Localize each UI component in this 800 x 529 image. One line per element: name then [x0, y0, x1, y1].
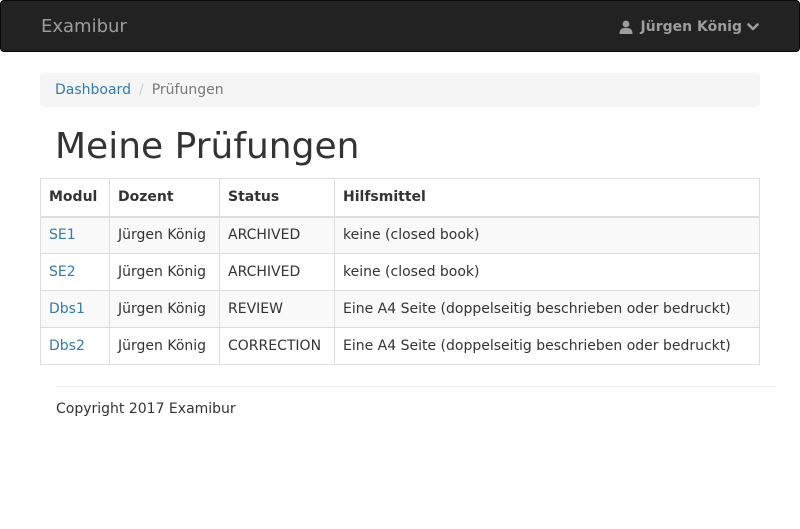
user-icon	[619, 20, 633, 34]
status-cell: ARCHIVED	[219, 216, 335, 254]
hilfsmittel-cell: Eine A4 Seite (doppelseitig beschrieben …	[334, 290, 760, 328]
top-navbar: Examibur Jürgen König	[0, 0, 800, 52]
hilfsmittel-cell: keine (closed book)	[334, 216, 760, 254]
modul-link[interactable]: Dbs2	[49, 338, 85, 354]
dozent-cell: Jürgen König	[109, 327, 220, 365]
modul-cell: Dbs2	[40, 327, 110, 365]
user-menu-dropdown[interactable]: Jürgen König	[619, 17, 759, 37]
footer-divider	[56, 386, 776, 387]
header-modul: Modul	[40, 178, 110, 218]
dozent-cell: Jürgen König	[109, 216, 220, 254]
chevron-down-icon	[747, 22, 759, 32]
exams-table: Modul Dozent Status Hilfsmittel SE1 Jürg…	[40, 178, 760, 365]
modul-cell: Dbs1	[40, 290, 110, 328]
modul-link[interactable]: SE2	[49, 264, 76, 280]
breadcrumb-current: Prüfungen	[151, 82, 224, 98]
page-title: Meine Prüfungen	[55, 126, 360, 167]
status-cell: ARCHIVED	[219, 253, 335, 291]
modul-cell: SE1	[40, 216, 110, 254]
table-row: Dbs2 Jürgen König CORRECTION Eine A4 Sei…	[40, 327, 760, 365]
user-name: Jürgen König	[640, 19, 742, 35]
modul-cell: SE2	[40, 253, 110, 291]
table-row: SE1 Jürgen König ARCHIVED keine (closed …	[40, 216, 760, 254]
modul-link[interactable]: SE1	[49, 227, 76, 243]
table-row: Dbs1 Jürgen König REVIEW Eine A4 Seite (…	[40, 290, 760, 328]
table-row: SE2 Jürgen König ARCHIVED keine (closed …	[40, 253, 760, 291]
hilfsmittel-cell: Eine A4 Seite (doppelseitig beschrieben …	[334, 327, 760, 365]
table-header-row: Modul Dozent Status Hilfsmittel	[40, 178, 760, 218]
header-status: Status	[219, 178, 335, 218]
brand-link[interactable]: Examibur	[41, 17, 127, 37]
breadcrumb-dashboard-link[interactable]: Dashboard	[55, 82, 131, 98]
footer-copyright: Copyright 2017 Examibur	[56, 401, 236, 417]
header-dozent: Dozent	[109, 178, 220, 218]
status-cell: CORRECTION	[219, 327, 335, 365]
breadcrumb: Dashboard / Prüfungen	[40, 73, 760, 107]
status-cell: REVIEW	[219, 290, 335, 328]
dozent-cell: Jürgen König	[109, 253, 220, 291]
header-hilfsmittel: Hilfsmittel	[334, 178, 760, 218]
breadcrumb-separator: /	[138, 82, 144, 98]
hilfsmittel-cell: keine (closed book)	[334, 253, 760, 291]
dozent-cell: Jürgen König	[109, 290, 220, 328]
modul-link[interactable]: Dbs1	[49, 301, 85, 317]
